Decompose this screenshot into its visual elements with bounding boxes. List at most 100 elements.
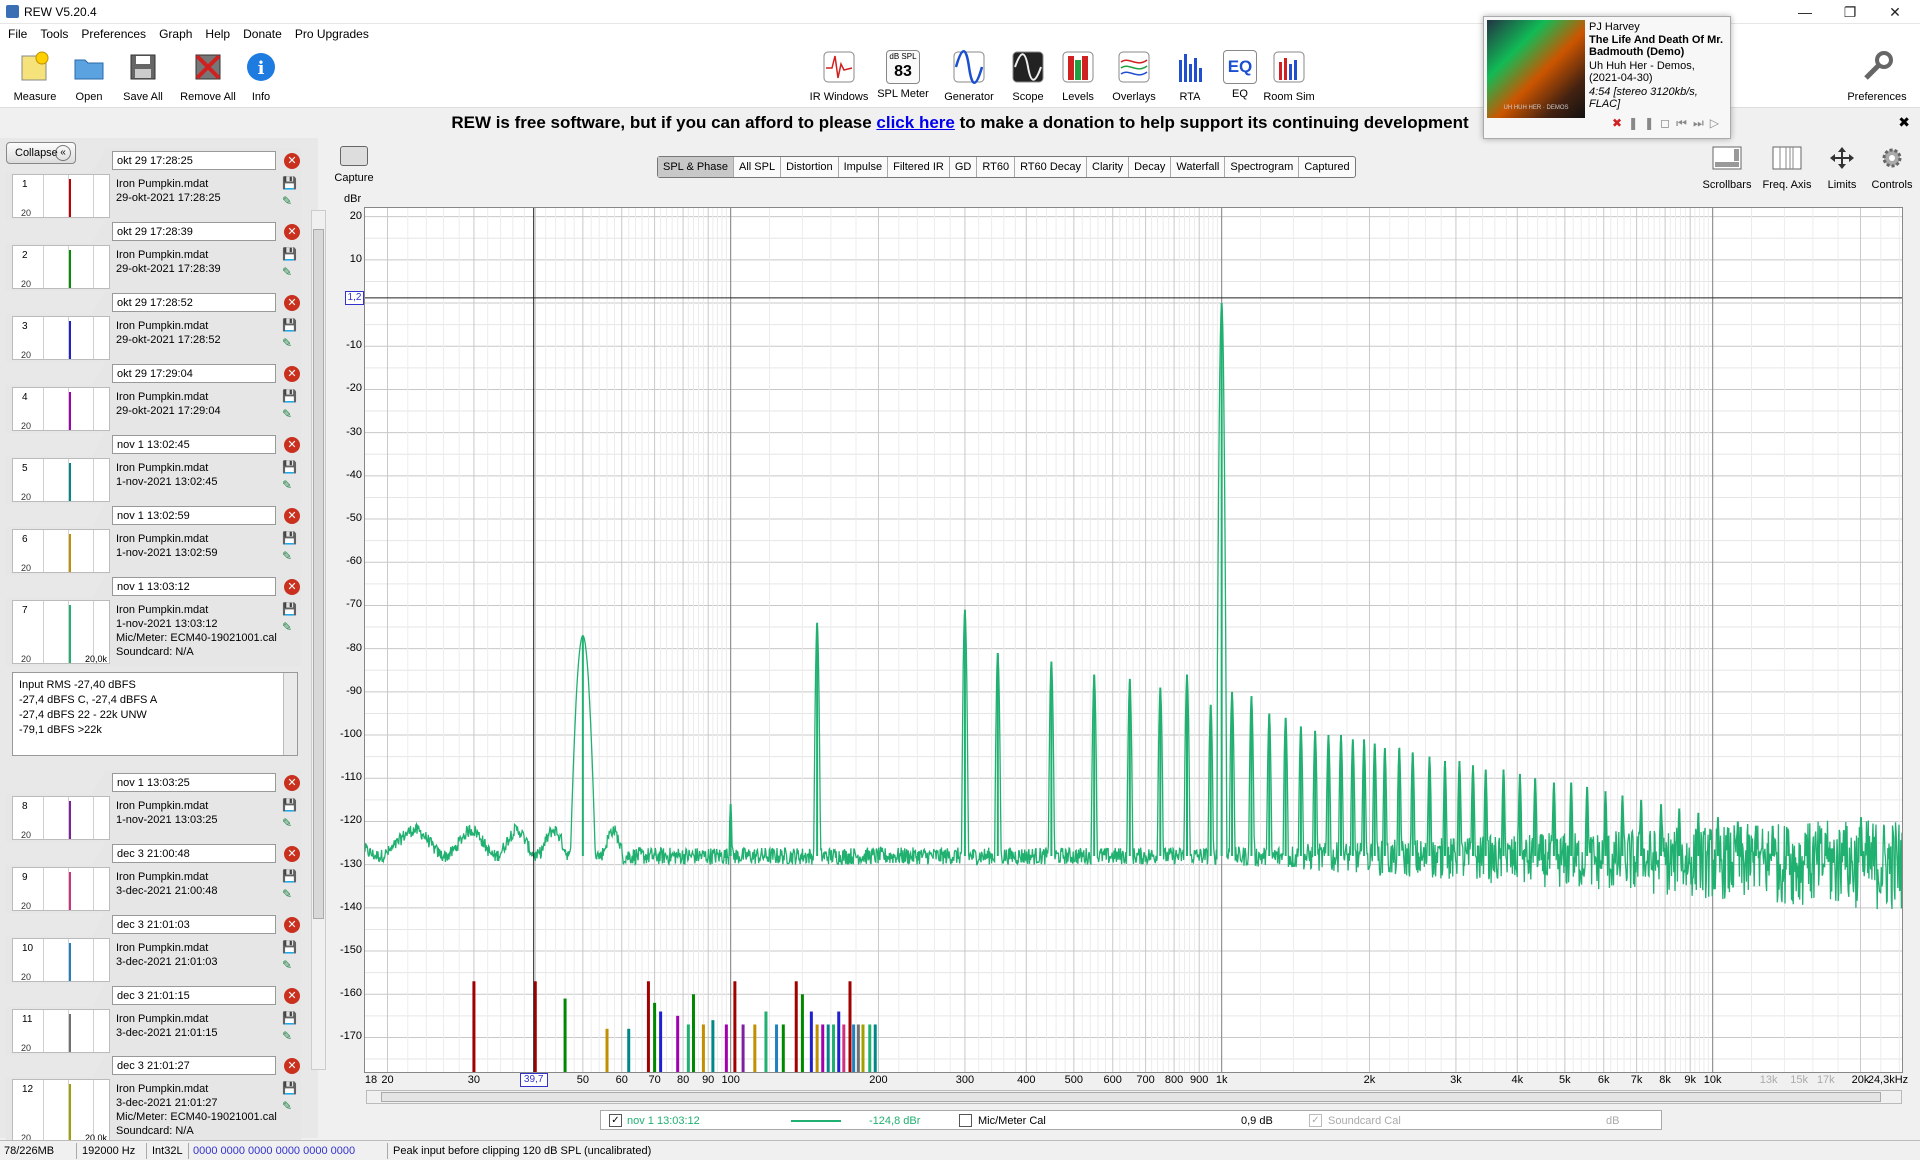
vertical-scrollbar[interactable] <box>311 210 326 1070</box>
measurement-name-field[interactable]: nov 1 13:02:59 <box>112 506 276 525</box>
mic-cal-checkbox[interactable] <box>959 1114 972 1127</box>
measurement-name-field[interactable]: nov 1 13:02:45 <box>112 435 276 454</box>
graph-tab[interactable]: GD <box>950 157 978 177</box>
graph-tab[interactable]: Spectrogram <box>1225 157 1300 177</box>
menu-help[interactable]: Help <box>197 24 235 41</box>
measurement-card[interactable]: 8 20 Iron Pumpkin.mdat 1-nov-2021 13:03:25 💾… <box>6 794 301 842</box>
save-measurement-icon[interactable]: 💾 <box>282 245 297 263</box>
delete-measurement-icon[interactable]: ✕ <box>284 846 300 862</box>
measurement-name-field[interactable]: okt 29 17:29:04 <box>112 364 276 383</box>
menu-tools[interactable]: Tools <box>32 24 73 41</box>
graph-tab[interactable]: Impulse <box>839 157 889 177</box>
capture-button[interactable]: Capture <box>334 146 374 184</box>
donate-link[interactable]: click here <box>876 113 954 132</box>
stop-x-icon[interactable]: ✖ <box>1612 116 1628 130</box>
measurement-name-field[interactable]: nov 1 13:03:12 <box>112 577 276 596</box>
restore-icon[interactable]: ❐ <box>1835 2 1865 22</box>
delete-measurement-icon[interactable]: ✕ <box>284 1058 300 1074</box>
graph-tab[interactable]: Decay <box>1129 157 1172 177</box>
menu-graph[interactable]: Graph <box>151 24 197 41</box>
delete-measurement-icon[interactable]: ✕ <box>284 295 300 311</box>
save-measurement-icon[interactable]: 💾 <box>282 938 297 956</box>
save-measurement-icon[interactable]: 💾 <box>282 867 297 885</box>
measurement-name-field[interactable]: dec 3 21:01:27 <box>112 1056 276 1075</box>
minimize-icon[interactable]: — <box>1790 2 1820 22</box>
graph-tab[interactable]: Filtered IR <box>888 157 950 177</box>
stop-icon[interactable]: ◻ <box>1660 116 1676 130</box>
save-measurement-icon[interactable]: 💾 <box>282 600 297 618</box>
edit-notes-icon[interactable]: ✎ <box>282 618 297 636</box>
close-icon[interactable]: ✕ <box>1880 2 1910 22</box>
edit-notes-icon[interactable]: ✎ <box>282 192 297 210</box>
edit-notes-icon[interactable]: ✎ <box>282 885 297 903</box>
save-measurement-icon[interactable]: 💾 <box>282 316 297 334</box>
measurement-name-field[interactable]: dec 3 21:01:03 <box>112 915 276 934</box>
graph-tab[interactable]: All SPL <box>734 157 782 177</box>
save-measurement-icon[interactable]: 💾 <box>282 387 297 405</box>
room-sim-button[interactable]: Room Sim <box>1254 50 1324 103</box>
delete-measurement-icon[interactable]: ✕ <box>284 366 300 382</box>
measurement-name-field[interactable]: okt 29 17:28:25 <box>112 151 276 170</box>
save-measurement-icon[interactable]: 💾 <box>282 1009 297 1027</box>
delete-measurement-icon[interactable]: ✕ <box>284 224 300 240</box>
menu-pro-upgrades[interactable]: Pro Upgrades <box>287 24 374 41</box>
delete-measurement-icon[interactable]: ✕ <box>284 508 300 524</box>
save-all-button[interactable]: Save All <box>108 50 178 103</box>
measurement-card[interactable]: 1 20 Iron Pumpkin.mdat 29-okt-2021 17:28:25… <box>6 172 301 220</box>
graph-tab[interactable]: RT60 <box>977 157 1016 177</box>
previous-icon[interactable]: ⏮ <box>1676 116 1693 130</box>
measurement-name-field[interactable]: dec 3 21:00:48 <box>112 844 276 863</box>
measurement-name-field[interactable]: nov 1 13:03:25 <box>112 773 276 792</box>
measurement-card[interactable]: 7 20 20,0k Iron Pumpkin.mdat 1-nov-2021 13:0… <box>6 598 301 666</box>
measurement-card[interactable]: 10 20 Iron Pumpkin.mdat 3-dec-2021 21:01:03… <box>6 936 301 984</box>
delete-measurement-icon[interactable]: ✕ <box>284 153 300 169</box>
measurement-card[interactable]: 9 20 Iron Pumpkin.mdat 3-dec-2021 21:00:48 💾… <box>6 865 301 913</box>
edit-notes-icon[interactable]: ✎ <box>282 956 297 974</box>
graph-tab[interactable]: RT60 Decay <box>1015 157 1087 177</box>
scrollbar-thumb[interactable] <box>313 229 324 919</box>
delete-measurement-icon[interactable]: ✕ <box>284 775 300 791</box>
measurement-checkbox[interactable]: ✓ <box>609 1114 622 1127</box>
pause-icon[interactable]: ❚❚ <box>1628 116 1660 130</box>
measurement-name-field[interactable]: okt 29 17:28:52 <box>112 293 276 312</box>
measurement-name-field[interactable]: dec 3 21:01:15 <box>112 986 276 1005</box>
measurement-card[interactable]: 12 20 20,0k Iron Pumpkin.mdat 3-dec-2021 21:… <box>6 1077 301 1145</box>
edit-notes-icon[interactable]: ✎ <box>282 1027 297 1045</box>
info-button[interactable]: i Info <box>226 50 296 103</box>
next-icon[interactable]: ⏭ <box>1693 116 1710 130</box>
edit-notes-icon[interactable]: ✎ <box>282 476 297 494</box>
horizontal-scrollbar[interactable] <box>366 1090 1902 1104</box>
scrollbars-button[interactable]: Scrollbars <box>1695 146 1759 191</box>
measurement-card[interactable]: 6 20 Iron Pumpkin.mdat 1-nov-2021 13:02:59 💾… <box>6 527 301 575</box>
delete-measurement-icon[interactable]: ✕ <box>284 579 300 595</box>
graph-tab[interactable]: Distortion <box>781 157 839 177</box>
edit-notes-icon[interactable]: ✎ <box>282 814 297 832</box>
menu-donate[interactable]: Donate <box>235 24 287 41</box>
graph-tab[interactable]: Clarity <box>1087 157 1130 177</box>
measurement-card[interactable]: 11 20 Iron Pumpkin.mdat 3-dec-2021 21:01:15… <box>6 1007 301 1055</box>
spl-meter-button[interactable]: dB SPL 83 SPL Meter <box>868 50 938 100</box>
menu-file[interactable]: File <box>0 24 32 41</box>
delete-measurement-icon[interactable]: ✕ <box>284 917 300 933</box>
measurement-name-field[interactable]: okt 29 17:28:39 <box>112 222 276 241</box>
play-icon[interactable]: ▷ <box>1710 116 1725 130</box>
graph-tab[interactable]: Captured <box>1299 157 1354 177</box>
save-measurement-icon[interactable]: 💾 <box>282 796 297 814</box>
edit-notes-icon[interactable]: ✎ <box>282 1097 297 1115</box>
edit-notes-icon[interactable]: ✎ <box>282 263 297 281</box>
collapse-button[interactable]: Collapse « <box>6 142 76 164</box>
measurement-card[interactable]: 4 20 Iron Pumpkin.mdat 29-okt-2021 17:29:04… <box>6 385 301 433</box>
measurement-card[interactable]: 3 20 Iron Pumpkin.mdat 29-okt-2021 17:28:52… <box>6 314 301 362</box>
graph-tab[interactable]: SPL & Phase <box>658 157 735 177</box>
scrollbar-thumb[interactable] <box>381 1092 1881 1102</box>
delete-measurement-icon[interactable]: ✕ <box>284 437 300 453</box>
delete-measurement-icon[interactable]: ✕ <box>284 988 300 1004</box>
donate-close-icon[interactable]: ✖ <box>1898 114 1910 131</box>
edit-notes-icon[interactable]: ✎ <box>282 334 297 352</box>
controls-button[interactable]: Controls <box>1860 146 1920 191</box>
soundcard-cal-checkbox[interactable]: ✓ <box>1309 1114 1322 1127</box>
edit-notes-icon[interactable]: ✎ <box>282 547 297 565</box>
edit-notes-icon[interactable]: ✎ <box>282 405 297 423</box>
save-measurement-icon[interactable]: 💾 <box>282 174 297 192</box>
save-measurement-icon[interactable]: 💾 <box>282 529 297 547</box>
